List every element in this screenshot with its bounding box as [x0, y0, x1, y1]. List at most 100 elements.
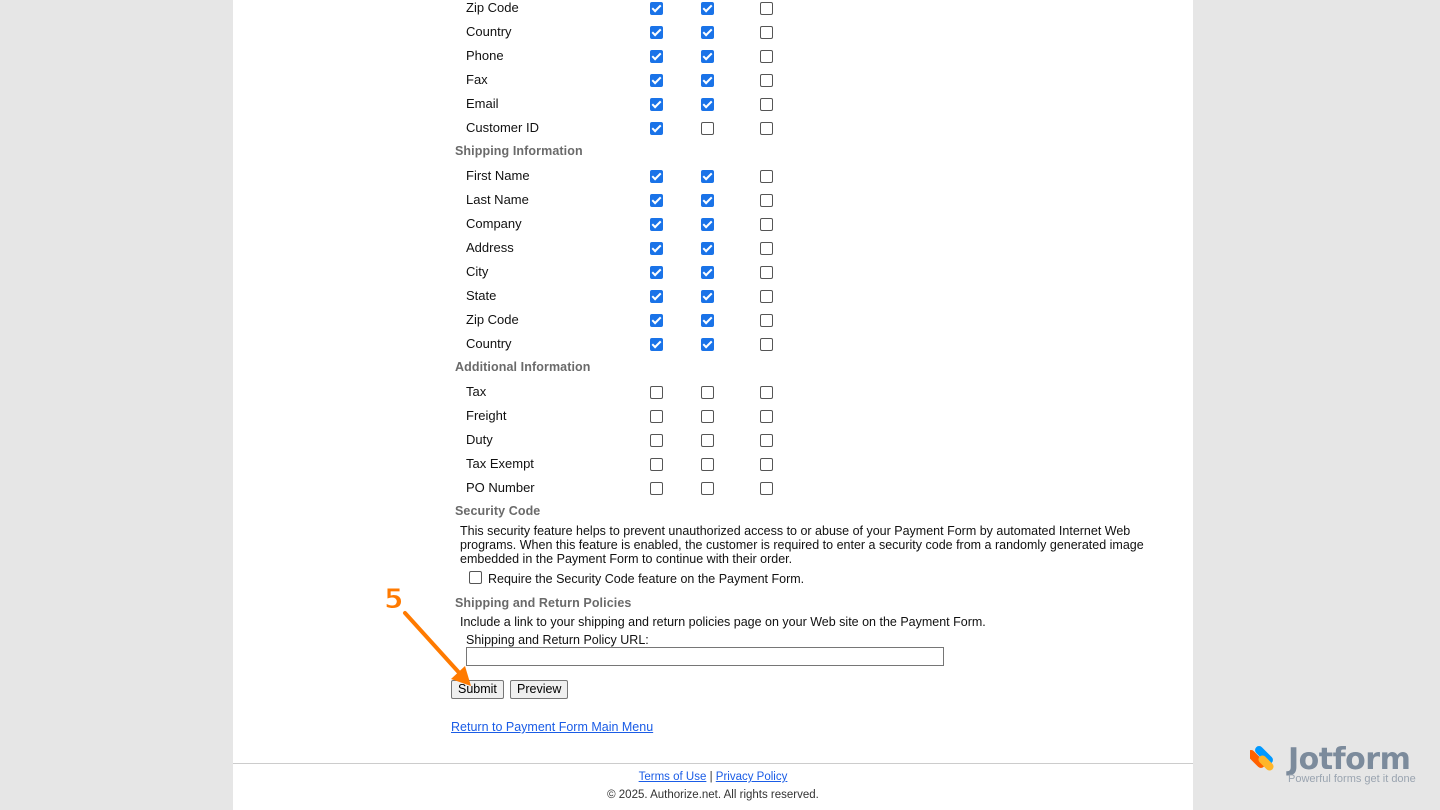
- edit-checkbox[interactable]: [701, 170, 714, 183]
- edit-checkbox[interactable]: [701, 218, 714, 231]
- field-label: Last Name: [466, 192, 529, 207]
- required-checkbox[interactable]: [760, 338, 773, 351]
- view-checkbox[interactable]: [650, 458, 663, 471]
- view-checkbox[interactable]: [650, 122, 663, 135]
- required-checkbox[interactable]: [760, 458, 773, 471]
- view-checkbox[interactable]: [650, 266, 663, 279]
- edit-checkbox[interactable]: [701, 410, 714, 423]
- step-annotation-arrow-icon: [403, 611, 471, 686]
- field-label: Zip Code: [466, 0, 519, 15]
- preview-button[interactable]: Preview: [510, 680, 569, 699]
- view-checkbox[interactable]: [650, 98, 663, 111]
- required-checkbox[interactable]: [760, 290, 773, 303]
- view-checkbox[interactable]: [650, 386, 663, 399]
- required-checkbox[interactable]: [760, 314, 773, 327]
- field-label: State: [466, 288, 497, 303]
- field-label: Fax: [466, 72, 488, 87]
- view-checkbox[interactable]: [650, 74, 663, 87]
- field-row: Fax: [233, 73, 1193, 97]
- field-label: Country: [466, 336, 512, 351]
- view-checkbox[interactable]: [650, 50, 663, 63]
- field-row: Duty: [233, 433, 1193, 457]
- view-checkbox[interactable]: [650, 218, 663, 231]
- edit-checkbox[interactable]: [701, 242, 714, 255]
- security-code-checkbox[interactable]: [469, 571, 482, 584]
- privacy-policy-link[interactable]: Privacy Policy: [716, 771, 788, 783]
- field-label: Company: [466, 216, 522, 231]
- edit-checkbox[interactable]: [701, 386, 714, 399]
- field-row: Tax Exempt: [233, 457, 1193, 481]
- field-row: Country: [233, 25, 1193, 49]
- view-checkbox[interactable]: [650, 290, 663, 303]
- edit-checkbox[interactable]: [701, 482, 714, 495]
- view-checkbox[interactable]: [650, 2, 663, 15]
- field-row: State: [233, 289, 1193, 313]
- required-checkbox[interactable]: [760, 482, 773, 495]
- view-checkbox[interactable]: [650, 170, 663, 183]
- page-container: Zip Code Country Phone Fax Email Customer ID S…: [233, 0, 1193, 810]
- required-checkbox[interactable]: [760, 122, 773, 135]
- required-checkbox[interactable]: [760, 26, 773, 39]
- required-checkbox[interactable]: [760, 386, 773, 399]
- edit-checkbox[interactable]: [701, 338, 714, 351]
- edit-checkbox[interactable]: [701, 434, 714, 447]
- security-description: This security feature helps to prevent u…: [460, 524, 1144, 566]
- terms-of-use-link[interactable]: Terms of Use: [639, 771, 707, 783]
- policies-description: Include a link to your shipping and retu…: [460, 615, 986, 629]
- required-checkbox[interactable]: [760, 74, 773, 87]
- field-label: Zip Code: [466, 312, 519, 327]
- required-checkbox[interactable]: [760, 218, 773, 231]
- required-checkbox[interactable]: [760, 434, 773, 447]
- edit-checkbox[interactable]: [701, 50, 714, 63]
- edit-checkbox[interactable]: [701, 314, 714, 327]
- field-row: Phone: [233, 49, 1193, 73]
- section-title-shipping: Shipping Information: [455, 144, 583, 158]
- field-label: Tax Exempt: [466, 456, 534, 471]
- edit-checkbox[interactable]: [701, 290, 714, 303]
- field-row: Country: [233, 337, 1193, 361]
- policy-url-input[interactable]: [466, 647, 944, 666]
- required-checkbox[interactable]: [760, 410, 773, 423]
- edit-checkbox[interactable]: [701, 458, 714, 471]
- footer-divider: [233, 763, 1193, 764]
- view-checkbox[interactable]: [650, 482, 663, 495]
- field-label: Freight: [466, 408, 507, 423]
- field-row: Customer ID: [233, 121, 1193, 145]
- field-label: First Name: [466, 168, 530, 183]
- jotform-tagline: Powerful forms get it done: [1288, 773, 1416, 785]
- required-checkbox[interactable]: [760, 242, 773, 255]
- edit-checkbox[interactable]: [701, 122, 714, 135]
- edit-checkbox[interactable]: [701, 98, 714, 111]
- footer-links: Terms of Use | Privacy Policy: [233, 771, 1193, 783]
- required-checkbox[interactable]: [760, 170, 773, 183]
- required-checkbox[interactable]: [760, 50, 773, 63]
- required-checkbox[interactable]: [760, 2, 773, 15]
- field-label: PO Number: [466, 480, 535, 495]
- required-checkbox[interactable]: [760, 266, 773, 279]
- edit-checkbox[interactable]: [701, 2, 714, 15]
- return-to-main-menu-link[interactable]: Return to Payment Form Main Menu: [451, 720, 653, 734]
- section-title-additional: Additional Information: [455, 360, 591, 374]
- jotform-brand-name: Jotform: [1288, 742, 1411, 777]
- required-checkbox[interactable]: [760, 194, 773, 207]
- view-checkbox[interactable]: [650, 410, 663, 423]
- view-checkbox[interactable]: [650, 242, 663, 255]
- edit-checkbox[interactable]: [701, 26, 714, 39]
- field-row: Email: [233, 97, 1193, 121]
- field-label: Email: [466, 96, 499, 111]
- field-row: Tax: [233, 385, 1193, 409]
- edit-checkbox[interactable]: [701, 74, 714, 87]
- edit-checkbox[interactable]: [701, 194, 714, 207]
- edit-checkbox[interactable]: [701, 266, 714, 279]
- field-label: Country: [466, 24, 512, 39]
- security-checkbox-label: Require the Security Code feature on the…: [488, 572, 805, 586]
- view-checkbox[interactable]: [650, 26, 663, 39]
- policies-section-title: Shipping and Return Policies: [455, 596, 632, 610]
- required-checkbox[interactable]: [760, 98, 773, 111]
- view-checkbox[interactable]: [650, 338, 663, 351]
- policy-url-label: Shipping and Return Policy URL:: [466, 633, 649, 647]
- view-checkbox[interactable]: [650, 194, 663, 207]
- view-checkbox[interactable]: [650, 314, 663, 327]
- field-label: Duty: [466, 432, 493, 447]
- view-checkbox[interactable]: [650, 434, 663, 447]
